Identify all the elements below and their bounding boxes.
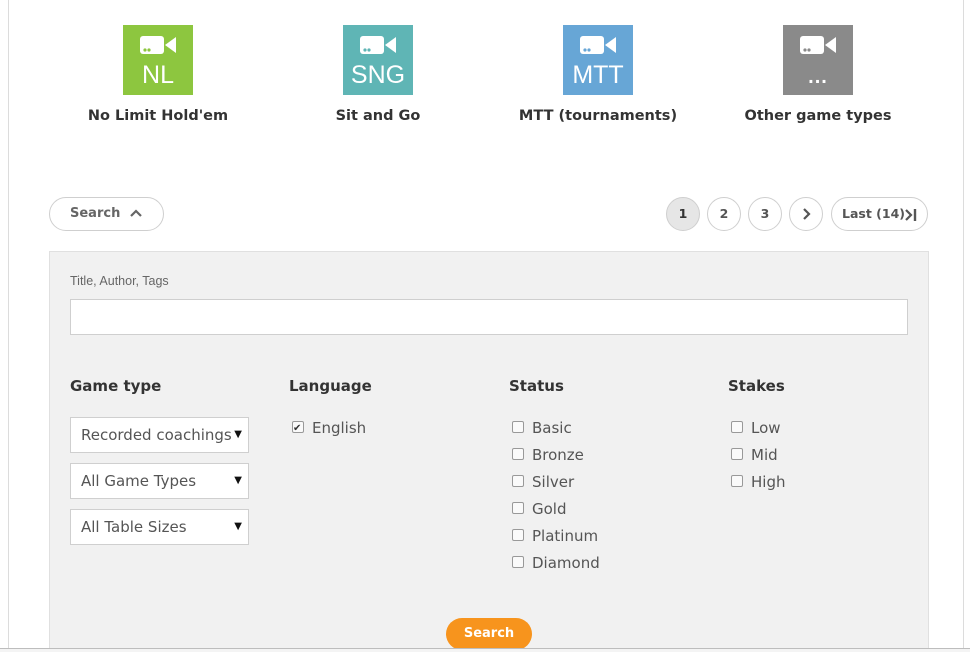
left-page-border	[0, 0, 9, 652]
checkbox-label: English	[312, 419, 367, 437]
game-type-sng[interactable]: SNG Sit and Go	[268, 25, 488, 124]
page-button-1[interactable]: 1	[666, 197, 700, 231]
coaching-type-select[interactable]: Recorded coachings ▼	[70, 417, 249, 453]
search-toggle-button[interactable]: Search	[49, 197, 164, 231]
title-author-tags-input[interactable]	[70, 299, 908, 335]
search-filter-panel: Title, Author, Tags Game type Recorded c…	[49, 251, 929, 652]
language-checkbox-english[interactable]: English	[289, 418, 372, 445]
status-filter: Status Basic Bronze Silver Gold Platinum…	[509, 377, 600, 580]
stakes-checkbox-mid[interactable]: Mid	[728, 445, 785, 472]
game-type-abbr: MTT	[572, 61, 624, 89]
video-camera-icon	[800, 36, 836, 54]
page-button-3[interactable]: 3	[748, 197, 782, 231]
checkbox[interactable]	[512, 502, 524, 514]
game-type-abbr: ...	[808, 66, 828, 88]
checkbox-label: Bronze	[532, 446, 584, 464]
game-type-title: Game type	[70, 377, 162, 395]
checkbox-label: Silver	[532, 473, 575, 491]
checkbox[interactable]	[512, 421, 524, 433]
game-type-sng-tile: SNG	[343, 25, 413, 95]
skip-last-icon	[905, 209, 917, 221]
checkbox-label: Basic	[532, 419, 572, 437]
dropdown-arrow-icon: ▼	[234, 429, 242, 440]
checkbox[interactable]	[731, 448, 743, 460]
game-type-label: No Limit Hold'em	[87, 108, 229, 124]
video-camera-icon	[140, 36, 176, 54]
checkbox[interactable]	[731, 421, 743, 433]
game-type-other-tile: ...	[783, 25, 853, 95]
status-checkbox-gold[interactable]: Gold	[509, 499, 600, 526]
game-type-filter: Game type Recorded coachings ▼ All Game …	[70, 377, 249, 555]
last-page-label: Last (14)	[842, 206, 905, 221]
checkbox[interactable]	[512, 475, 524, 487]
checkbox[interactable]	[731, 475, 743, 487]
stakes-checkbox-low[interactable]: Low	[728, 418, 785, 445]
game-type-abbr: SNG	[350, 61, 406, 89]
status-checkbox-diamond[interactable]: Diamond	[509, 553, 600, 580]
checkbox[interactable]	[292, 419, 304, 439]
game-type-mtt-tile: MTT	[563, 25, 633, 95]
stakes-checkbox-high[interactable]: High	[728, 472, 785, 499]
game-type-label: MTT (tournaments)	[518, 108, 678, 124]
last-page-button[interactable]: Last (14)	[831, 197, 928, 231]
status-checkbox-basic[interactable]: Basic	[509, 418, 600, 445]
right-page-border	[963, 0, 970, 652]
status-checkbox-silver[interactable]: Silver	[509, 472, 600, 499]
status-checkbox-platinum[interactable]: Platinum	[509, 526, 600, 553]
game-type-mtt[interactable]: MTT MTT (tournaments)	[488, 25, 708, 124]
game-types-select[interactable]: All Game Types ▼	[70, 463, 249, 499]
checkbox-label: High	[751, 473, 786, 491]
game-type-other[interactable]: ... Other game types	[708, 25, 928, 124]
game-type-abbr: NL	[142, 61, 174, 89]
language-filter: Language English	[289, 377, 372, 445]
video-camera-icon	[580, 36, 616, 54]
table-sizes-select[interactable]: All Table Sizes ▼	[70, 509, 249, 545]
checkbox-label: Gold	[532, 500, 567, 518]
checkbox-label: Low	[751, 419, 781, 437]
search-toggle-label: Search	[70, 206, 121, 221]
select-value: All Table Sizes	[81, 518, 187, 536]
checkbox[interactable]	[512, 529, 524, 541]
next-page-button[interactable]	[789, 197, 823, 231]
game-type-nl-tile: NL	[123, 25, 193, 95]
checkbox-label: Mid	[751, 446, 778, 464]
checkbox[interactable]	[512, 556, 524, 568]
dropdown-arrow-icon: ▼	[234, 521, 242, 532]
page-button-2[interactable]: 2	[707, 197, 741, 231]
search-submit-button[interactable]: Search	[446, 618, 532, 650]
bottom-window-edge	[0, 648, 970, 652]
status-checkbox-bronze[interactable]: Bronze	[509, 445, 600, 472]
checkbox-label: Platinum	[532, 527, 599, 545]
checkbox[interactable]	[512, 448, 524, 460]
chevron-up-icon	[130, 209, 142, 217]
game-type-label: Other game types	[744, 108, 892, 124]
game-type-tiles: NL No Limit Hold'em SNG Sit and Go MTT M…	[48, 25, 928, 135]
select-value: All Game Types	[81, 472, 197, 490]
video-camera-icon	[360, 36, 396, 54]
stakes-title: Stakes	[728, 377, 785, 395]
checkbox-label: Diamond	[532, 554, 600, 572]
game-type-label: Sit and Go	[335, 108, 421, 124]
game-type-nl[interactable]: NL No Limit Hold'em	[48, 25, 268, 124]
select-value: Recorded coachings	[81, 426, 232, 444]
status-title: Status	[509, 377, 564, 395]
stakes-filter: Stakes Low Mid High	[728, 377, 785, 499]
chevron-right-icon	[803, 208, 811, 220]
dropdown-arrow-icon: ▼	[234, 475, 242, 486]
language-title: Language	[289, 377, 372, 395]
title-author-tags-label: Title, Author, Tags	[70, 274, 169, 288]
